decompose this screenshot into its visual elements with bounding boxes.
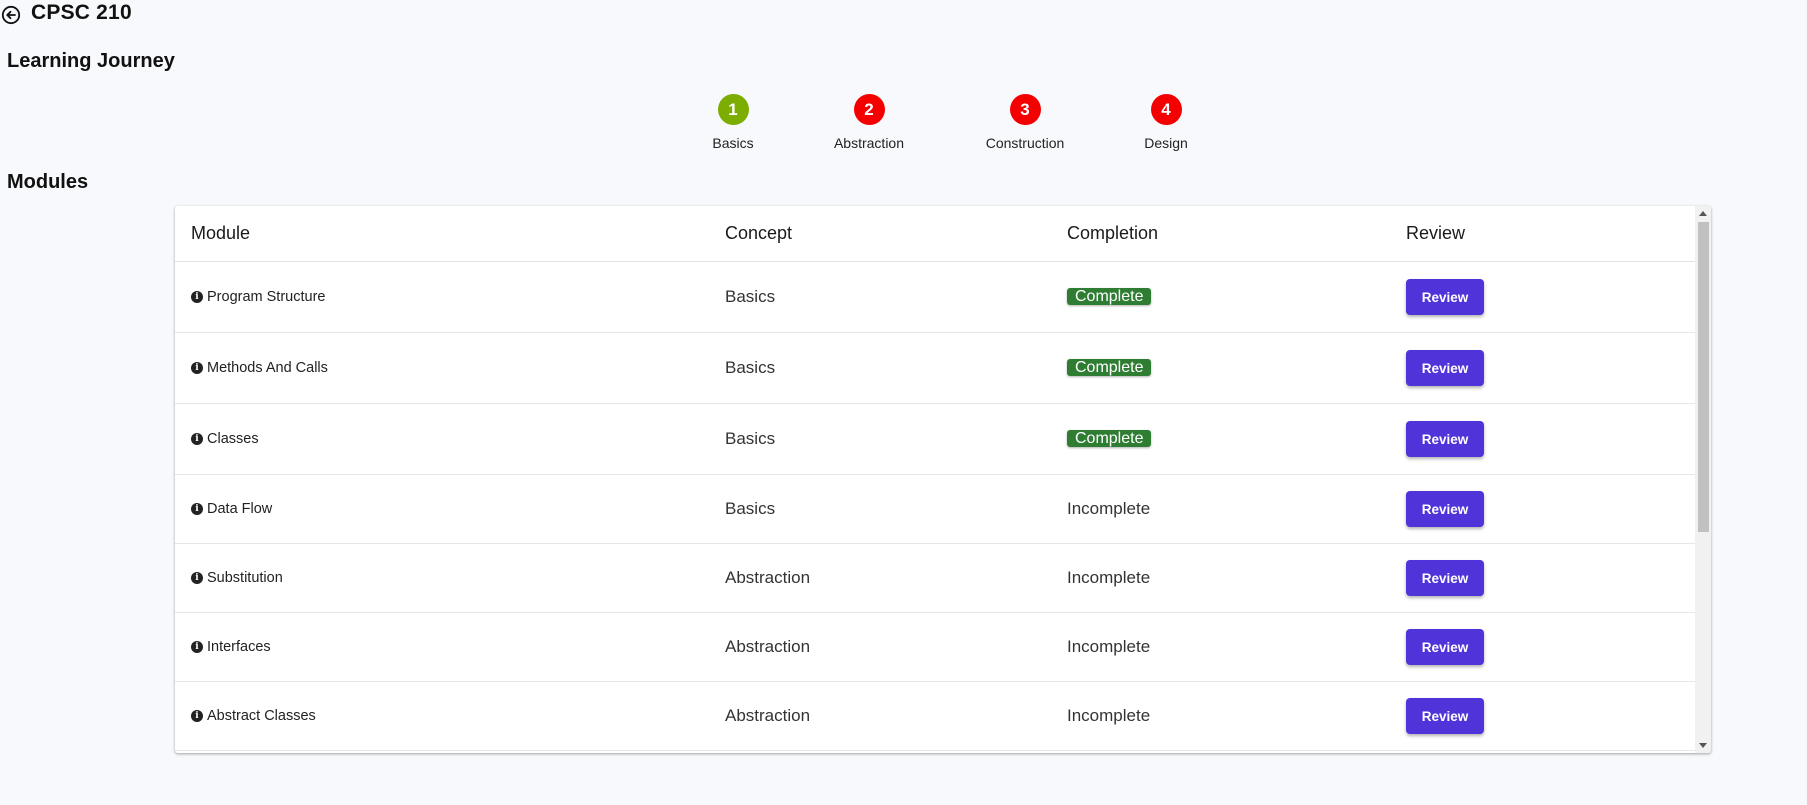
module-name: Methods And Calls	[207, 360, 328, 376]
column-header-completion: Completion	[1067, 223, 1159, 243]
info-icon[interactable]: i	[191, 362, 203, 374]
step-label: Basics	[712, 135, 754, 151]
journey-stepper: 1 Basics 2 Abstraction 3 Construction 4 …	[0, 94, 1807, 154]
table-row: i Abstract Classes Abstraction Incomplet…	[175, 682, 1695, 751]
concept-cell: Basics	[725, 429, 776, 448]
module-name: Substitution	[207, 570, 283, 586]
module-cell: i Program Structure	[191, 289, 325, 305]
module-name: Classes	[207, 431, 259, 447]
scroll-down-arrow-icon[interactable]	[1699, 743, 1707, 748]
step-label: Design	[1144, 135, 1188, 151]
module-cell: i Classes	[191, 431, 259, 447]
concept-cell: Abstraction	[725, 706, 811, 725]
step-number-badge: 2	[853, 94, 885, 125]
concept-cell: Abstraction	[725, 637, 811, 656]
concept-cell: Basics	[725, 358, 776, 377]
table-rows: i Program Structure Basics Complete Revi…	[175, 262, 1695, 751]
complete-badge: Complete	[1067, 359, 1152, 376]
table-scrollbar[interactable]	[1695, 206, 1711, 753]
completion-cell: Complete	[1067, 349, 1152, 387]
info-icon[interactable]: i	[191, 641, 203, 653]
column-header-review: Review	[1406, 223, 1466, 243]
step-number-badge: 1	[717, 94, 749, 125]
modules-title: Modules	[7, 171, 89, 193]
scroll-up-arrow-icon[interactable]	[1699, 211, 1707, 216]
info-icon[interactable]: i	[191, 433, 203, 445]
step-label: Construction	[985, 135, 1065, 151]
modules-table-body: Module Concept Completion Review i Progr…	[175, 206, 1695, 753]
course-title: CPSC 210	[31, 1, 132, 24]
info-icon[interactable]: i	[191, 503, 203, 515]
info-icon[interactable]: i	[191, 291, 203, 303]
review-cell: Review	[1406, 421, 1484, 457]
step-design[interactable]: 4 Design	[1096, 94, 1236, 151]
modules-table: Module Concept Completion Review i Progr…	[175, 206, 1711, 753]
step-number-badge: 4	[1150, 94, 1182, 125]
table-row: i Data Flow Basics Incomplete Review	[175, 475, 1695, 544]
module-name: Program Structure	[207, 289, 326, 305]
learning-journey-title: Learning Journey	[7, 50, 175, 72]
review-cell: Review	[1406, 629, 1484, 665]
review-cell: Review	[1406, 560, 1484, 596]
completion-cell: Complete	[1067, 420, 1152, 458]
module-name: Interfaces	[207, 639, 271, 655]
column-header-concept: Concept	[725, 223, 793, 243]
review-button[interactable]: Review	[1406, 560, 1484, 596]
back-arrow-icon[interactable]	[0, 4, 22, 26]
review-button[interactable]: Review	[1406, 279, 1484, 315]
review-button[interactable]: Review	[1406, 491, 1484, 527]
table-row: i Classes Basics Complete Review	[175, 404, 1695, 475]
table-row: i Interfaces Abstraction Incomplete Revi…	[175, 613, 1695, 682]
module-cell: i Interfaces	[191, 639, 271, 655]
concept-cell: Abstraction	[725, 568, 811, 587]
table-header-row: Module Concept Completion Review	[175, 206, 1695, 262]
review-cell: Review	[1406, 698, 1484, 734]
complete-badge: Complete	[1067, 430, 1152, 447]
incomplete-status: Incomplete	[1067, 499, 1151, 518]
review-button[interactable]: Review	[1406, 629, 1484, 665]
review-cell: Review	[1406, 350, 1484, 386]
concept-cell: Basics	[725, 287, 776, 306]
table-row: i Substitution Abstraction Incomplete Re…	[175, 544, 1695, 613]
step-number-badge: 3	[1009, 94, 1041, 125]
incomplete-status: Incomplete	[1067, 706, 1151, 725]
completion-cell: Incomplete	[1067, 568, 1150, 588]
completion-cell: Incomplete	[1067, 637, 1150, 657]
column-header-module: Module	[191, 223, 251, 243]
module-cell: i Abstract Classes	[191, 708, 316, 724]
module-cell: i Data Flow	[191, 501, 272, 517]
table-row: i Methods And Calls Basics Complete Revi…	[175, 333, 1695, 404]
review-button[interactable]: Review	[1406, 350, 1484, 386]
info-icon[interactable]: i	[191, 572, 203, 584]
review-cell: Review	[1406, 279, 1484, 315]
review-button[interactable]: Review	[1406, 698, 1484, 734]
incomplete-status: Incomplete	[1067, 637, 1151, 656]
completion-cell: Incomplete	[1067, 706, 1150, 726]
module-name: Data Flow	[207, 501, 273, 517]
review-cell: Review	[1406, 491, 1484, 527]
completion-cell: Complete	[1067, 278, 1152, 316]
module-name: Abstract Classes	[207, 708, 316, 724]
module-cell: i Methods And Calls	[191, 360, 328, 376]
review-button[interactable]: Review	[1406, 421, 1484, 457]
concept-cell: Basics	[725, 499, 776, 518]
page-header: CPSC 210	[0, 0, 132, 26]
complete-badge: Complete	[1067, 288, 1152, 305]
step-label: Abstraction	[833, 135, 905, 151]
module-cell: i Substitution	[191, 570, 283, 586]
incomplete-status: Incomplete	[1067, 568, 1151, 587]
step-abstraction[interactable]: 2 Abstraction	[799, 94, 939, 151]
info-icon[interactable]: i	[191, 710, 203, 722]
completion-cell: Incomplete	[1067, 499, 1150, 519]
step-construction[interactable]: 3 Construction	[955, 94, 1095, 151]
table-row: i Program Structure Basics Complete Revi…	[175, 262, 1695, 333]
step-basics[interactable]: 1 Basics	[663, 94, 803, 151]
scrollbar-thumb[interactable]	[1698, 222, 1709, 532]
